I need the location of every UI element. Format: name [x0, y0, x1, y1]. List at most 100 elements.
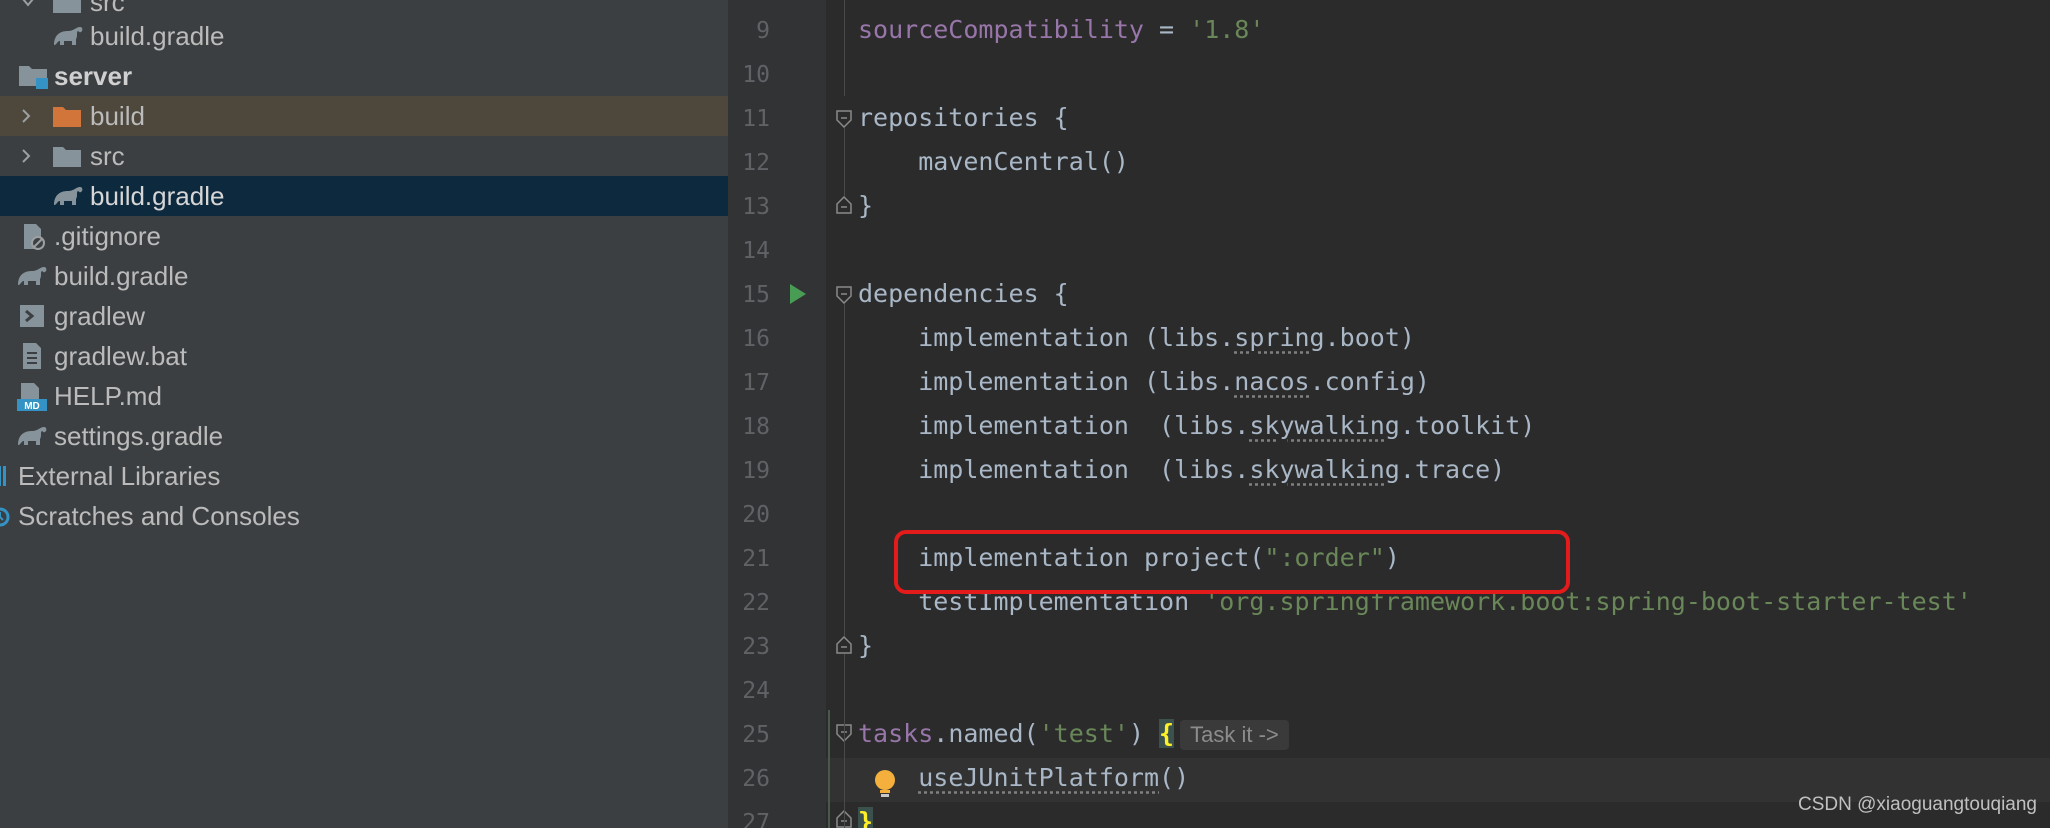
code-token: skywalking: [1249, 411, 1400, 440]
tree-item-gitignore[interactable]: .gitignore: [0, 216, 728, 256]
scratches-icon: [0, 503, 12, 529]
tree-item-label: build.gradle: [90, 180, 225, 211]
tree-item-build-gradle[interactable]: build.gradle: [0, 16, 728, 56]
code-token: {: [1053, 103, 1069, 132]
annotation-highlight-box: [894, 530, 1570, 594]
change-marker: [828, 710, 830, 828]
code-token: (): [1159, 763, 1190, 792]
tree-item-settings-gradle[interactable]: settings.gradle: [0, 416, 728, 456]
fold-open-icon[interactable]: [836, 110, 852, 129]
line-number: 27: [742, 810, 770, 828]
code-token: repositories: [858, 103, 1054, 132]
watermark-text: CSDN @xiaoguangtouqiang: [1798, 794, 2037, 815]
code-token: =: [1143, 15, 1190, 44]
tree-item-build-folder[interactable]: build: [0, 96, 728, 136]
line-number: 16: [742, 326, 770, 352]
indent-guide: [844, 0, 845, 96]
matched-brace: }: [858, 807, 874, 828]
inlay-hint[interactable]: Task it ->: [1180, 720, 1289, 750]
tree-item-label: build.gradle: [90, 20, 225, 51]
tree-item-label: src: [90, 0, 125, 17]
line-number: 17: [742, 370, 770, 396]
code-token: useJUnitPlatform: [918, 763, 1160, 792]
tree-item-label: HELP.md: [54, 380, 162, 411]
tree-item-label: build: [90, 100, 145, 131]
indent-guide: [844, 128, 845, 196]
code-line-15: dependencies {: [858, 272, 1069, 316]
text-file-icon: [18, 342, 48, 369]
code-line-26: useJUnitPlatform(): [858, 756, 1189, 800]
tree-item-label: build.gradle: [54, 260, 189, 291]
chevron-down-icon[interactable]: [18, 0, 38, 12]
code-token: implementation (libs.: [858, 411, 1250, 440]
tree-item-scratches[interactable]: Scratches and Consoles: [0, 496, 728, 536]
tree-item-label: Scratches and Consoles: [18, 500, 300, 531]
fold-close-icon[interactable]: [836, 195, 852, 214]
tree-item-root-build-gradle[interactable]: build.gradle: [0, 256, 728, 296]
tree-item-external-libraries[interactable]: External Libraries: [0, 456, 728, 496]
folder-icon: [52, 0, 82, 15]
indent-guide: [844, 304, 845, 636]
code-token: {: [1053, 279, 1069, 308]
chevron-right-icon[interactable]: [16, 146, 36, 166]
code-editor[interactable]: 9 10 11 12 13 14 15 16 17 18 19 20 21 22…: [728, 0, 2050, 828]
line-number: 25: [742, 722, 770, 748]
gradle-elephant-icon: [16, 423, 47, 449]
line-number: 18: [742, 414, 770, 440]
tree-item-build-gradle-selected[interactable]: build.gradle: [0, 176, 728, 216]
code-token: .boot): [1324, 323, 1415, 352]
code-line-16: implementation (libs.spring.boot): [858, 316, 1415, 360]
line-number: 23: [742, 634, 770, 660]
code-token: sourceCompatibility: [858, 15, 1144, 44]
code-token: .named(: [933, 719, 1039, 748]
tree-item-gradlew[interactable]: gradlew: [0, 296, 728, 336]
tree-item-label: .gitignore: [54, 220, 161, 251]
line-number: 26: [742, 766, 770, 792]
line-number: 10: [742, 62, 770, 88]
code-token: skywalking: [1249, 455, 1400, 484]
excluded-folder-icon: [52, 103, 82, 129]
code-line-25: tasks.named('test') {Task it ->: [858, 712, 1289, 756]
tree-item-server-module[interactable]: server: [0, 56, 728, 96]
run-icon[interactable]: [788, 282, 808, 311]
tree-item-help-md[interactable]: MD HELP.md: [0, 376, 728, 416]
code-token: implementation (libs.: [858, 455, 1250, 484]
code-token: .config): [1309, 367, 1430, 396]
fold-close-icon[interactable]: [836, 635, 852, 654]
code-token: .toolkit): [1399, 411, 1536, 440]
gradle-elephant-icon: [16, 263, 47, 289]
line-number: 20: [742, 502, 770, 528]
libraries-icon: [0, 464, 8, 490]
tree-item-label: gradlew.bat: [54, 340, 187, 371]
code-token: }: [858, 631, 874, 660]
markdown-file-icon: MD: [16, 382, 47, 412]
fold-open-icon[interactable]: [836, 286, 852, 305]
code-line-19: implementation (libs.skywalking.trace): [858, 448, 1505, 492]
tree-item-label: src: [90, 140, 125, 171]
code-token: spring: [1234, 323, 1325, 352]
gradle-elephant-icon: [52, 183, 83, 209]
line-number: 12: [742, 150, 770, 176]
code-token: }: [858, 191, 874, 220]
chevron-right-icon[interactable]: [16, 106, 36, 126]
tree-item-gradlew-bat[interactable]: gradlew.bat: [0, 336, 728, 376]
code-line-12: mavenCentral(): [858, 140, 1129, 184]
line-number: 19: [742, 458, 770, 484]
code-line-11: repositories {: [858, 96, 1069, 140]
shell-script-icon: [18, 303, 48, 329]
code-token: nacos: [1234, 367, 1310, 396]
tree-item-label: External Libraries: [18, 460, 221, 491]
code-token: .trace): [1399, 455, 1506, 484]
code-line-9: sourceCompatibility = '1.8': [858, 8, 1264, 52]
tree-item-label: settings.gradle: [54, 420, 224, 451]
code-token: implementation (libs.: [858, 367, 1235, 396]
code-line-27: }: [858, 800, 874, 828]
line-number: 14: [742, 238, 770, 264]
code-token: ): [1128, 719, 1160, 748]
tree-item-src[interactable]: src: [0, 136, 728, 176]
line-number: 21: [742, 546, 770, 572]
code-token: mavenCentral(): [858, 147, 1129, 176]
tree-item-label: server: [54, 60, 133, 91]
code-token: dependencies: [858, 279, 1054, 308]
